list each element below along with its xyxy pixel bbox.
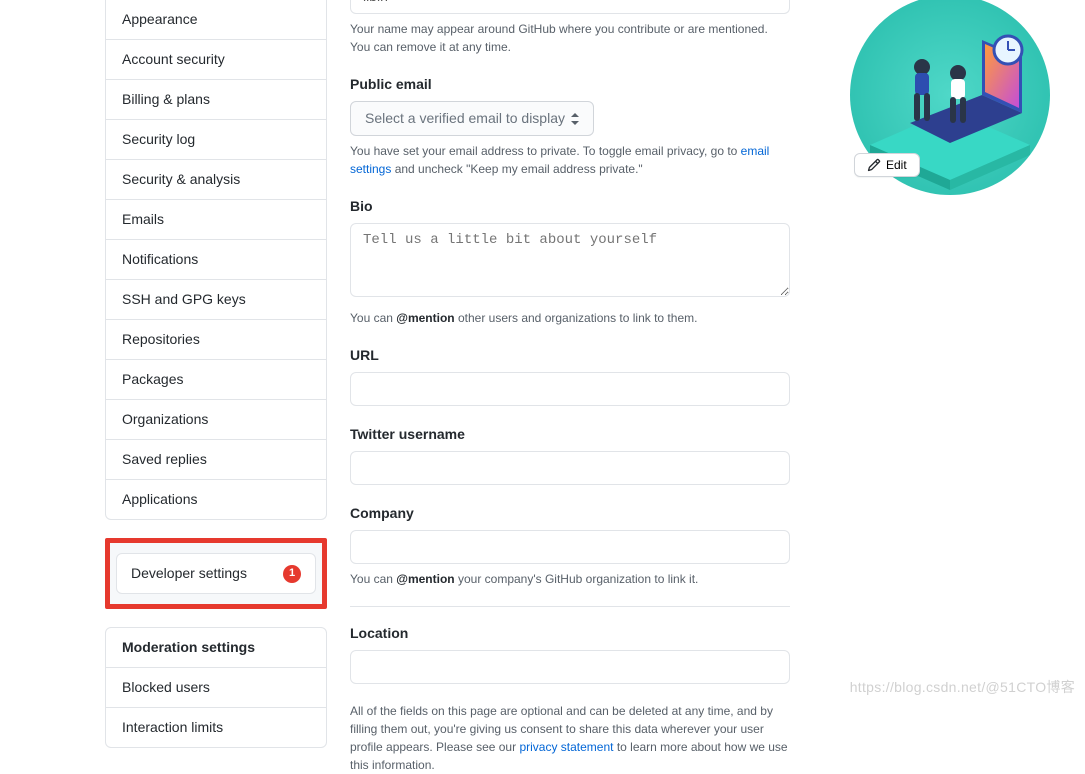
sidebar-item-label: Interaction limits: [122, 719, 223, 735]
profile-form: libin Your name may appear around GitHub…: [350, 0, 790, 774]
pencil-icon: [867, 158, 881, 172]
sidebar-menu-moderation: Moderation settings Blocked users Intera…: [105, 627, 327, 748]
sidebar-item-emails[interactable]: Emails: [106, 200, 326, 240]
name-note: Your name may appear around GitHub where…: [350, 20, 790, 56]
sidebar-item-label: Repositories: [122, 331, 200, 347]
sidebar-item-label: Security log: [122, 131, 195, 147]
select-placeholder: Select a verified email to display: [365, 108, 565, 129]
public-email-label: Public email: [350, 74, 790, 95]
bio-textarea[interactable]: [350, 223, 790, 297]
twitter-input[interactable]: [350, 451, 790, 485]
sidebar-item-label: Organizations: [122, 411, 208, 427]
sidebar-item-label: Account security: [122, 51, 225, 67]
sidebar-item-label: Security & analysis: [122, 171, 240, 187]
company-note: You can @mention your company's GitHub o…: [350, 570, 790, 588]
privacy-statement-link[interactable]: privacy statement: [519, 740, 613, 754]
select-caret-icon: [571, 113, 579, 125]
sidebar-item-label: SSH and GPG keys: [122, 291, 246, 307]
sidebar-header-moderation: Moderation settings: [106, 628, 326, 668]
annotation-badge: 1: [283, 565, 301, 583]
footer-note: All of the fields on this page are optio…: [350, 702, 790, 774]
sidebar-item-label: Blocked users: [122, 679, 210, 695]
sidebar-item-repositories[interactable]: Repositories: [106, 320, 326, 360]
sidebar-item-label: Saved replies: [122, 451, 207, 467]
sidebar-item-billing[interactable]: Billing & plans: [106, 80, 326, 120]
twitter-label: Twitter username: [350, 424, 790, 445]
sidebar-item-blocked-users[interactable]: Blocked users: [106, 668, 326, 708]
bio-label: Bio: [350, 196, 790, 217]
sidebar-item-appearance[interactable]: Appearance: [106, 0, 326, 40]
url-input[interactable]: [350, 372, 790, 406]
email-note: You have set your email address to priva…: [350, 142, 790, 178]
bio-note: You can @mention other users and organiz…: [350, 309, 790, 327]
edit-label: Edit: [886, 158, 907, 172]
sidebar-item-label: Applications: [122, 491, 198, 507]
settings-sidebar: Appearance Account security Billing & pl…: [105, 0, 327, 774]
sidebar-item-notifications[interactable]: Notifications: [106, 240, 326, 280]
sidebar-item-label: Appearance: [122, 11, 198, 27]
sidebar-item-applications[interactable]: Applications: [106, 480, 326, 519]
company-label: Company: [350, 503, 790, 524]
sidebar-item-account-security[interactable]: Account security: [106, 40, 326, 80]
url-label: URL: [350, 345, 790, 366]
avatar-edit-button[interactable]: Edit: [854, 153, 920, 177]
sidebar-item-developer-settings[interactable]: Developer settings 1: [116, 553, 316, 594]
avatar-column: Edit: [790, 0, 1000, 774]
highlight-annotation: Developer settings 1: [105, 538, 327, 609]
sidebar-item-interaction-limits[interactable]: Interaction limits: [106, 708, 326, 747]
sidebar-item-ssh-gpg[interactable]: SSH and GPG keys: [106, 280, 326, 320]
sidebar-item-security-analysis[interactable]: Security & analysis: [106, 160, 326, 200]
sidebar-item-organizations[interactable]: Organizations: [106, 400, 326, 440]
sidebar-item-label: Emails: [122, 211, 164, 227]
sidebar-item-saved-replies[interactable]: Saved replies: [106, 440, 326, 480]
sidebar-item-label: Packages: [122, 371, 183, 387]
sidebar-item-packages[interactable]: Packages: [106, 360, 326, 400]
sidebar-menu-main: Appearance Account security Billing & pl…: [105, 0, 327, 520]
location-input[interactable]: [350, 650, 790, 684]
public-email-select[interactable]: Select a verified email to display: [350, 101, 594, 136]
divider: [350, 606, 790, 607]
sidebar-item-label: Notifications: [122, 251, 198, 267]
sidebar-item-security-log[interactable]: Security log: [106, 120, 326, 160]
location-label: Location: [350, 623, 790, 644]
name-input[interactable]: libin: [350, 0, 790, 14]
company-input[interactable]: [350, 530, 790, 564]
sidebar-item-label: Developer settings: [131, 563, 247, 584]
sidebar-item-label: Billing & plans: [122, 91, 210, 107]
